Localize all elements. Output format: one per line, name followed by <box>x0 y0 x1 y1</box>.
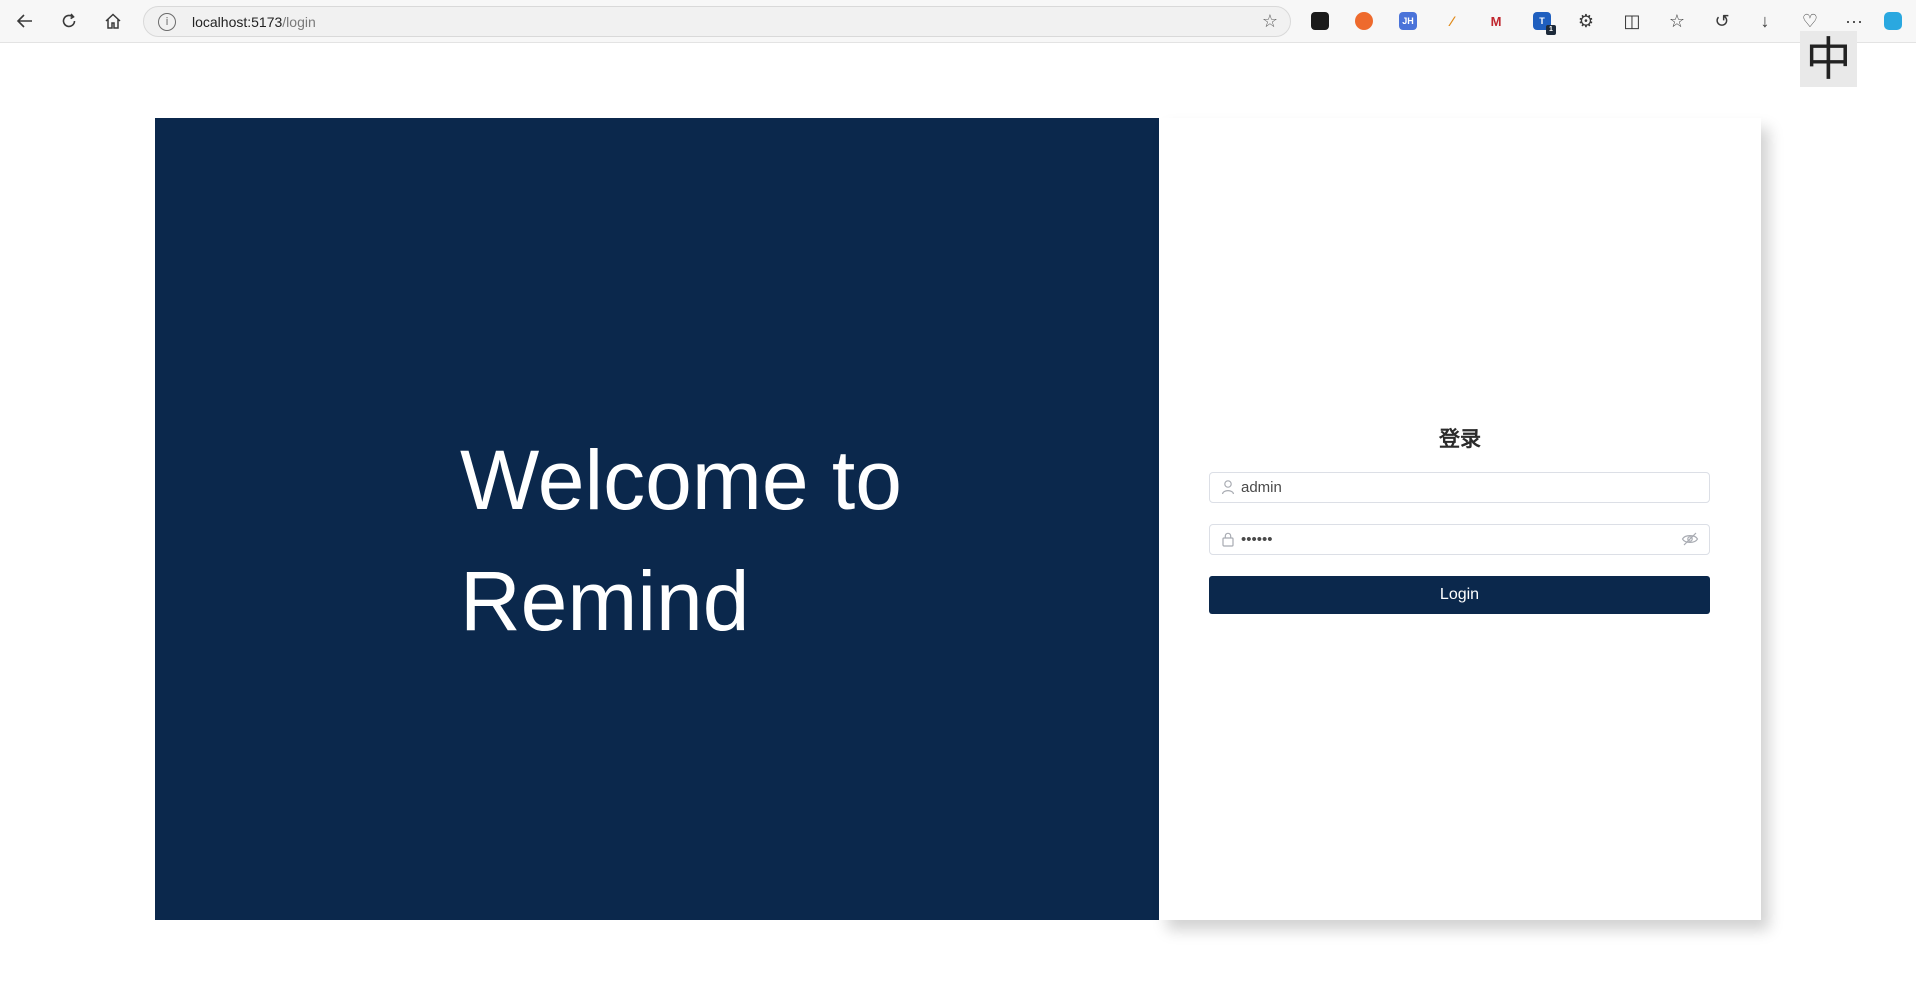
url-text[interactable]: localhost:5173/login <box>192 14 316 30</box>
heartbeat-icon: ♡ <box>1801 10 1819 31</box>
history-icon: ↺ <box>1714 10 1730 31</box>
browser-toolbar: i localhost:5173/login ☆ JH ⁄ M T1 ⚙ ◫ ☆… <box>0 0 1916 43</box>
eye-hide-icon[interactable] <box>1681 531 1699 547</box>
username-field[interactable] <box>1209 472 1710 503</box>
extension-tab-icon[interactable] <box>1311 12 1329 30</box>
download-icon: ↓ <box>1760 10 1770 31</box>
split-screen-button[interactable]: ◫ <box>1616 6 1648 36</box>
welcome-panel: Welcome to Remind <box>155 118 1159 920</box>
extensions-button[interactable]: ⚙ <box>1570 6 1602 36</box>
back-button[interactable] <box>9 6 41 36</box>
favorites-button[interactable]: ☆ <box>1661 6 1693 36</box>
arrow-left-icon <box>16 14 32 28</box>
welcome-title: Welcome to Remind <box>460 420 1110 662</box>
welcome-line-2: Remind <box>460 554 750 648</box>
extension-pen-icon[interactable]: ⁄ <box>1443 12 1461 30</box>
username-input[interactable] <box>1241 473 1661 502</box>
password-input[interactable] <box>1241 525 1661 554</box>
refresh-icon <box>62 13 76 28</box>
history-button[interactable]: ↺ <box>1706 6 1738 36</box>
puzzle-icon: ⚙ <box>1577 10 1595 31</box>
extension-badge: 1 <box>1546 25 1556 35</box>
refresh-button[interactable] <box>53 6 85 36</box>
ime-indicator: 中 <box>1800 31 1857 87</box>
lock-icon <box>1222 532 1234 547</box>
password-field[interactable] <box>1209 524 1710 555</box>
home-icon <box>105 13 121 29</box>
login-title: 登录 <box>1439 427 1481 451</box>
more-icon: ··· <box>1845 10 1863 31</box>
extension-m-icon[interactable]: M <box>1487 12 1505 30</box>
extension-t-icon[interactable]: T1 <box>1533 12 1556 35</box>
home-button[interactable] <box>97 6 129 36</box>
welcome-line-1: Welcome to <box>460 433 902 527</box>
copilot-icon[interactable] <box>1884 12 1902 30</box>
login-button[interactable]: Login <box>1209 576 1710 614</box>
extension-jh-icon[interactable]: JH <box>1399 12 1417 30</box>
user-icon <box>1221 480 1235 495</box>
favorite-star-icon[interactable]: ☆ <box>1262 11 1278 32</box>
extension-orange-icon[interactable] <box>1355 12 1373 30</box>
favorites-icon: ☆ <box>1668 10 1686 31</box>
split-screen-icon: ◫ <box>1623 10 1641 31</box>
login-card: 登录 Login <box>1159 118 1761 920</box>
address-bar[interactable]: i localhost:5173/login ☆ <box>143 6 1291 37</box>
site-info-icon[interactable]: i <box>158 13 176 31</box>
downloads-button[interactable]: ↓ <box>1749 6 1781 36</box>
